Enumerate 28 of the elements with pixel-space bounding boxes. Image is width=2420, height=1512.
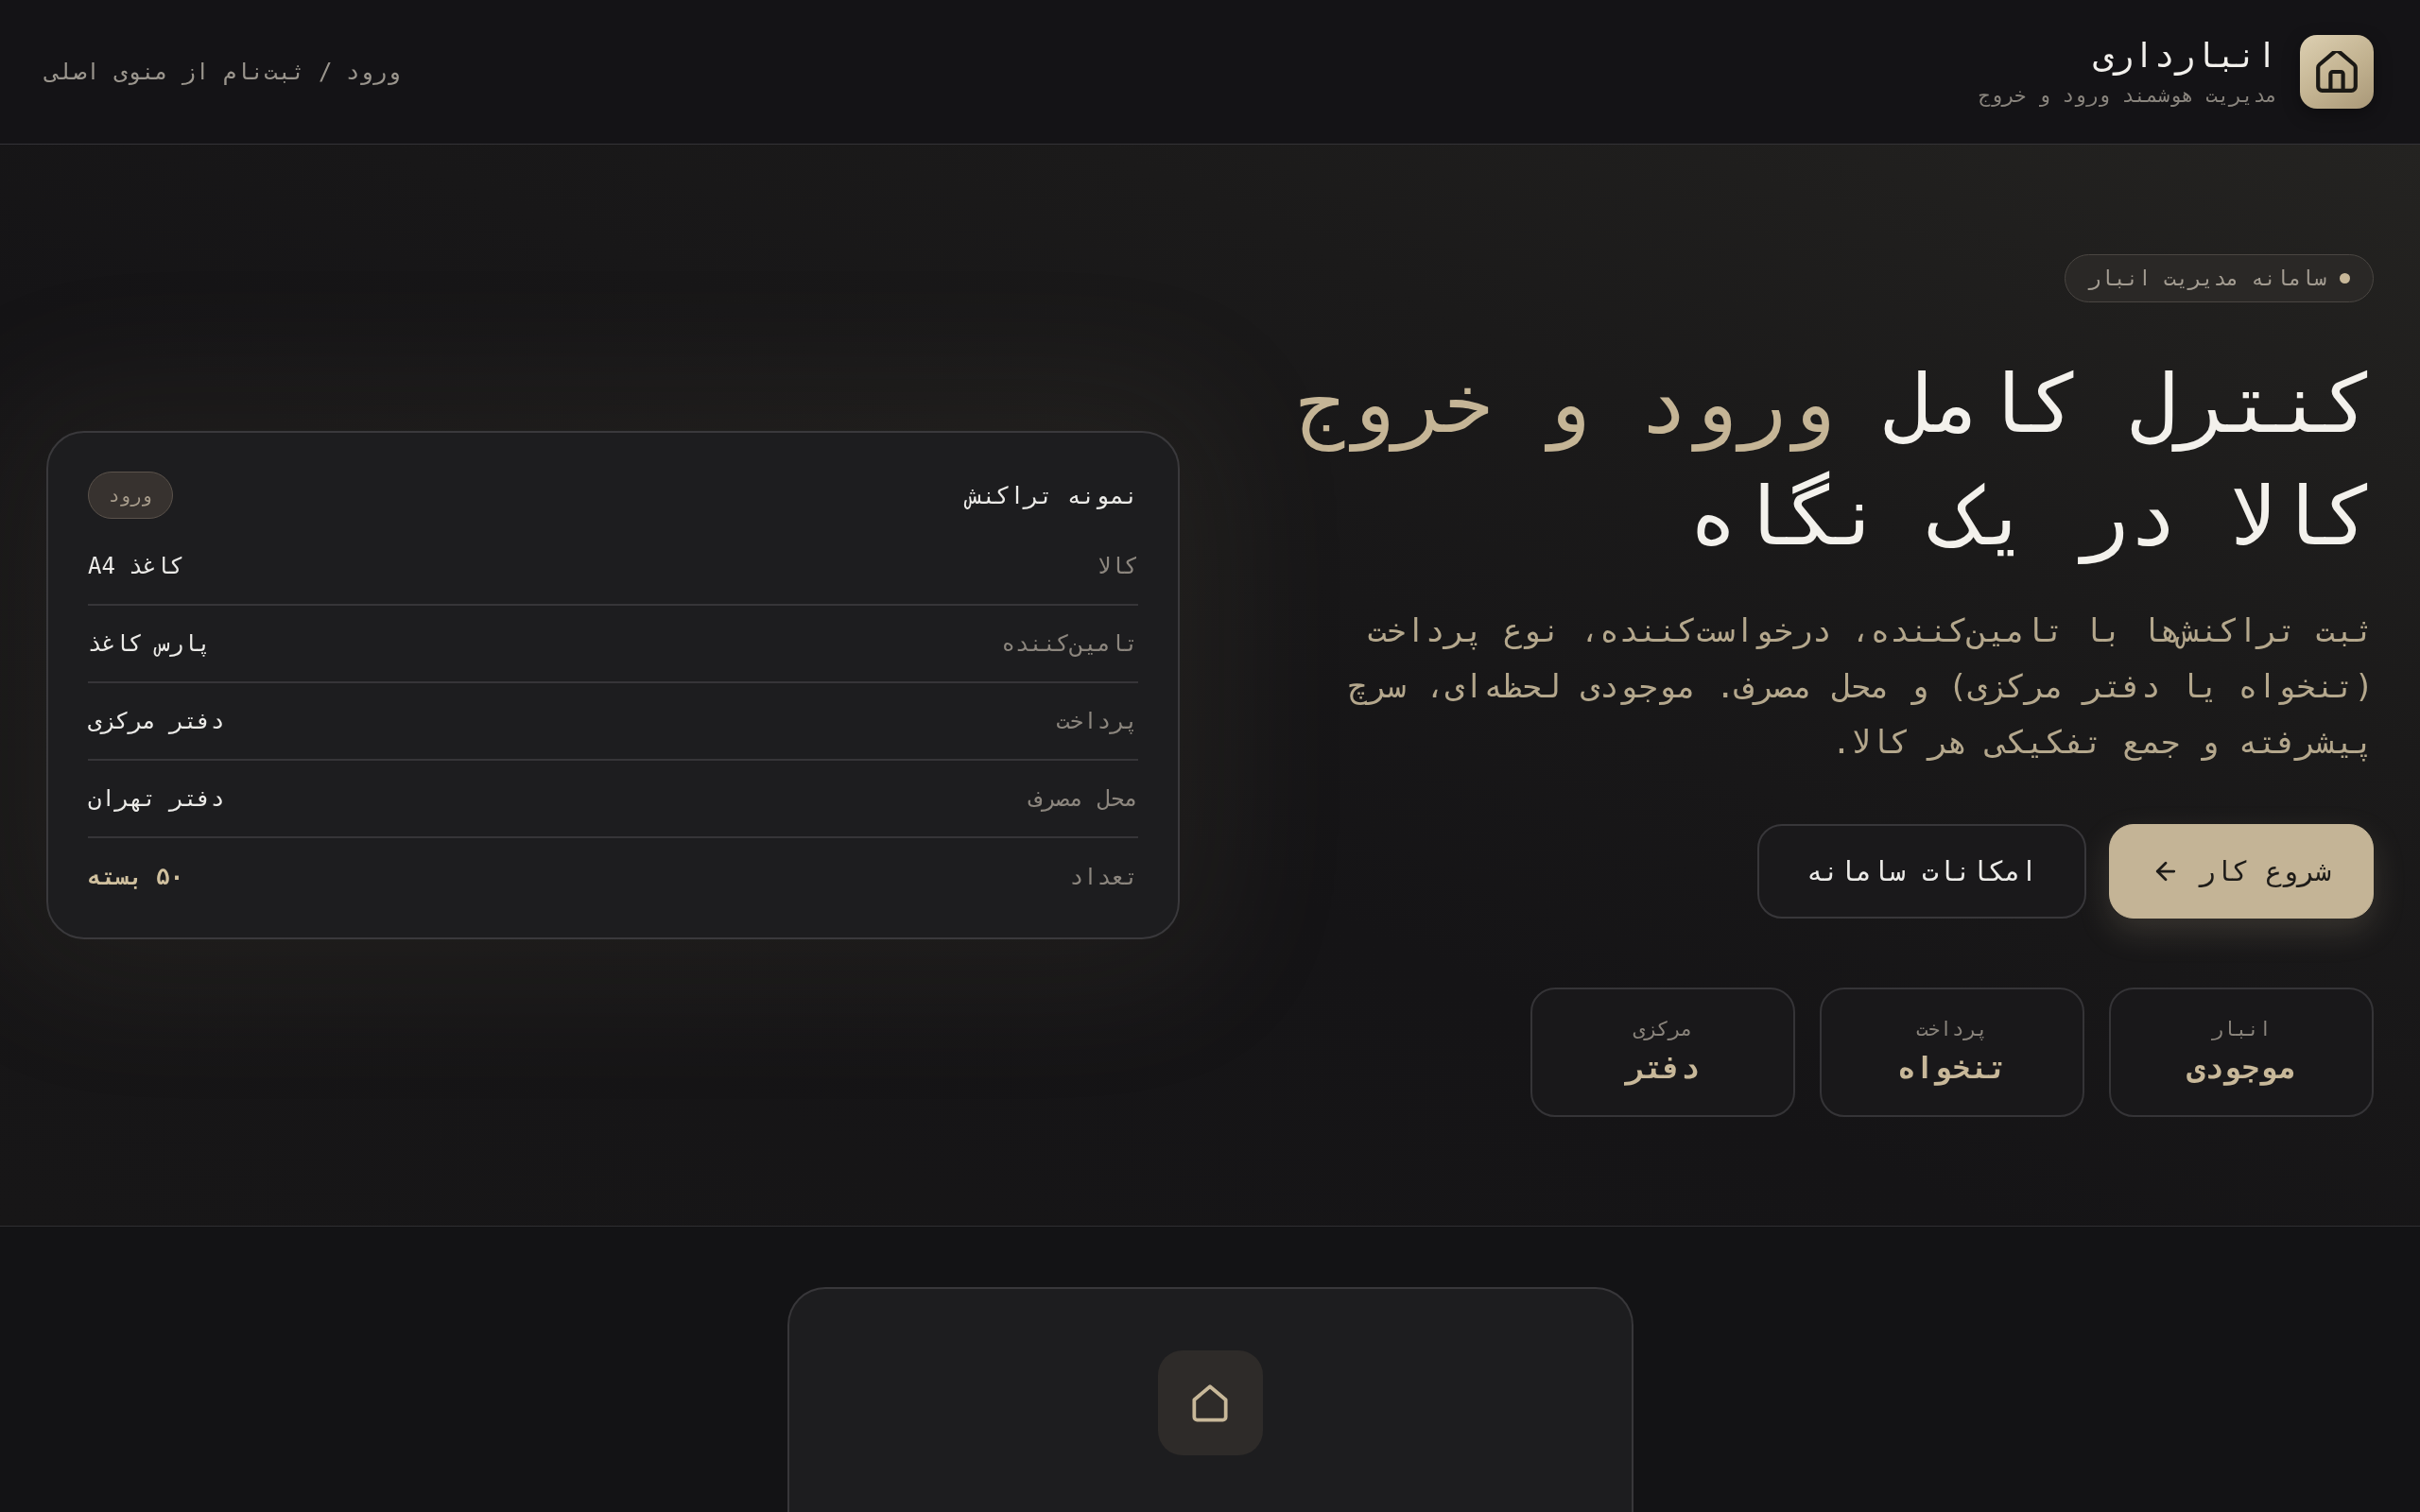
stat-label: انبار (2211, 1018, 2272, 1040)
field-value: دفتر تهران (88, 785, 225, 812)
tag-label: سامانه مدیریت انبار (2088, 266, 2326, 290)
field-label: تعداد (1069, 863, 1138, 890)
start-button[interactable]: شروع کار (2109, 823, 2374, 919)
stat-label: مرکزی (1633, 1018, 1693, 1040)
stat-label: پرداخت (1916, 1018, 1988, 1040)
hero-heading: کنترل کامل ورود و خروج کالا در یک نگاه (1295, 354, 2374, 566)
brand-title: انبارداری (2092, 35, 2277, 77)
hero-description: ثبت تراکنش‌ها با تامین‌کننده، درخواست‌کننده، نوع پرداخت (تنخواه یا دفتر مرکزی) و محل مصرف. موجودی لحظه‌ای، سرچ پیشرفته و جمع تفکیکی هر کالا. (1347, 610, 2374, 764)
field-label: کالا (1097, 553, 1138, 579)
house-icon (2300, 35, 2374, 109)
auth-hint: ورود / ثبت‌نام از منوی اصلی (45, 59, 401, 85)
stat-value: دفتر (1626, 1050, 1700, 1086)
field-value: دفتر مرکزی (88, 708, 225, 734)
field-value: ۵۰ بسته (88, 863, 184, 890)
stat-value: تنخواه (1897, 1050, 2007, 1086)
field-label: تامین‌کننده (1001, 630, 1138, 657)
brand-subtitle: مدیریت هوشمند ورود و خروج (1978, 83, 2277, 109)
stat-value: موجودی (2187, 1050, 2296, 1086)
field-value: کاغذ A4 (88, 553, 184, 579)
features-button[interactable]: امکانات سامانه (1756, 823, 2087, 919)
house-icon (1157, 1350, 1263, 1455)
dot-icon (2340, 272, 2350, 284)
field-value: پارس کاغذ (88, 630, 212, 657)
field-label: محل مصرف (1028, 785, 1138, 812)
status-badge: ورود (88, 472, 173, 519)
field-label: پرداخت (1056, 708, 1138, 734)
